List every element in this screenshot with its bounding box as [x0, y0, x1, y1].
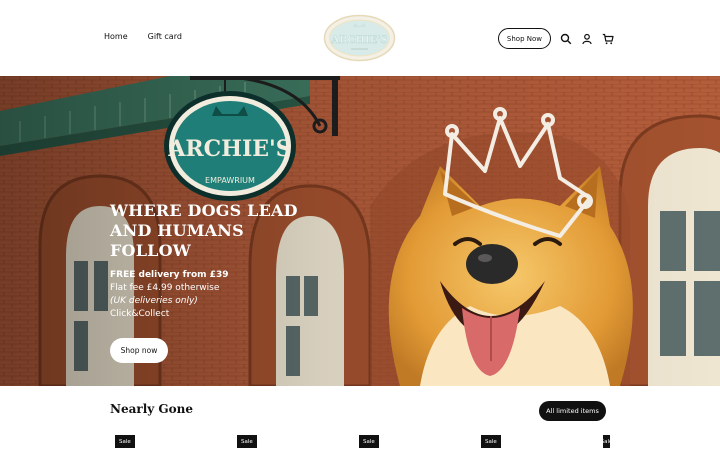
hero-illustration: ARCHIE'S EMPAWRIUM: [0, 76, 720, 386]
hero-title-line: AND HUMANS: [110, 221, 244, 240]
click-collect-text: Click&Collect: [110, 309, 170, 319]
search-icon[interactable]: [560, 33, 572, 45]
all-limited-items-button[interactable]: All limited items: [539, 401, 606, 421]
hero-banner: ARCHIE'S EMPAWRIUM WHERE DOGS LEAD AND H…: [0, 76, 720, 386]
sale-badge: Sale: [115, 435, 135, 448]
nav-gift-card-link[interactable]: Gift card: [148, 32, 182, 41]
nearly-gone-section: Nearly Gone All limited items Sale Sale …: [0, 386, 720, 450]
hero-title: WHERE DOGS LEAD AND HUMANS FOLLOW: [110, 201, 310, 261]
header-actions: Shop Now: [497, 28, 614, 49]
free-delivery-text: FREE delivery from £39: [110, 270, 229, 280]
account-icon[interactable]: [581, 33, 593, 45]
shop-sign: ARCHIE'S EMPAWRIUM: [164, 91, 296, 201]
uk-only-text: (UK deliveries only): [110, 296, 198, 306]
site-header: Home Gift card ARCHIE'S Shop Now: [0, 0, 720, 76]
section-title: Nearly Gone: [110, 402, 194, 416]
site-logo[interactable]: ARCHIE'S: [323, 14, 396, 62]
nav-home-link[interactable]: Home: [104, 32, 128, 41]
hero-shop-now-button[interactable]: Shop now: [110, 338, 168, 363]
sale-badge: Sale: [481, 435, 501, 448]
sale-badge: Sale: [359, 435, 379, 448]
hero-title-line: FOLLOW: [110, 241, 191, 260]
sign-title: ARCHIE'S: [167, 136, 291, 162]
sale-badge: Sale: [603, 435, 610, 448]
page: Home Gift card ARCHIE'S Shop Now ARCHIE'…: [0, 0, 720, 450]
main-nav: Home Gift card: [104, 32, 182, 41]
hero-text-block: WHERE DOGS LEAD AND HUMANS FOLLOW FREE d…: [110, 201, 310, 321]
hero-title-line: WHERE DOGS LEAD: [110, 201, 298, 220]
sale-badge: Sale: [237, 435, 257, 448]
logo-text: ARCHIE'S: [330, 35, 387, 46]
hero-delivery-info: FREE delivery from £39 Flat fee £4.99 ot…: [110, 269, 310, 321]
cart-icon[interactable]: [602, 33, 614, 45]
sign-subtitle: EMPAWRIUM: [205, 176, 255, 185]
shop-now-button[interactable]: Shop Now: [497, 28, 551, 49]
flat-fee-text: Flat fee £4.99 otherwise: [110, 283, 220, 293]
